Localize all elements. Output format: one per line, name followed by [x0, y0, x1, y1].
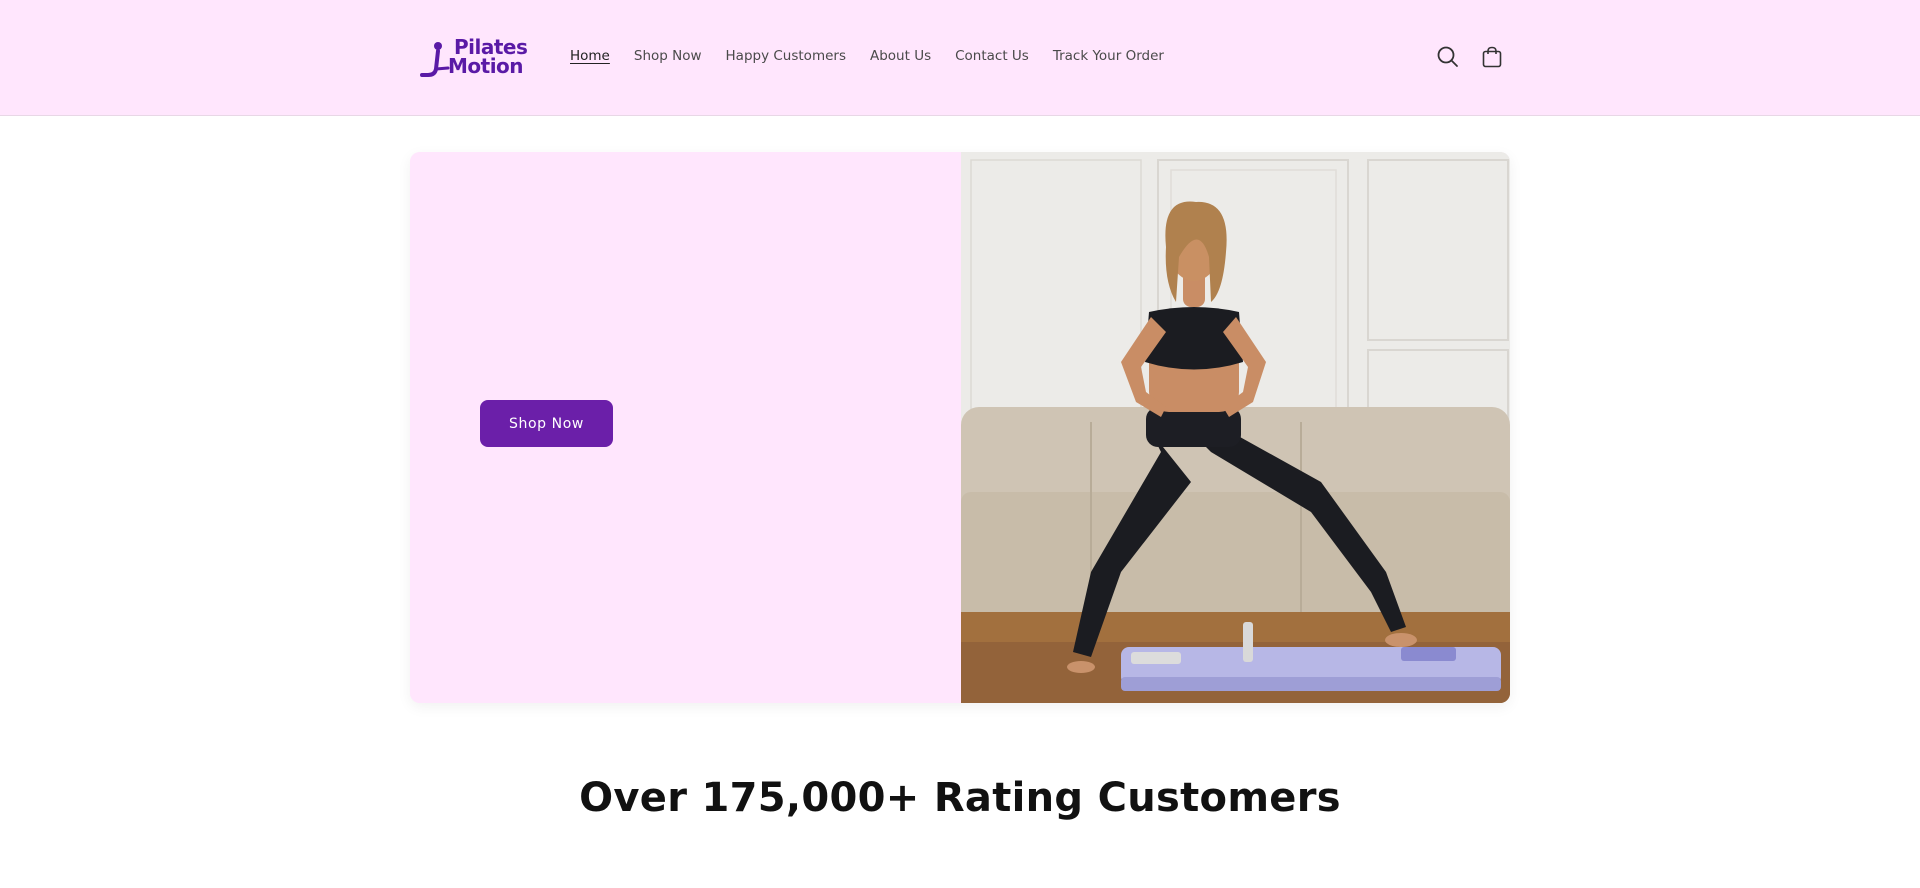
logo-line-2: Motion [448, 54, 524, 78]
nav-home[interactable]: Home [570, 47, 610, 67]
cart-icon [1482, 46, 1502, 68]
pilates-motion-logo[interactable]: Pilates Motion [418, 36, 528, 80]
nav-contact-us[interactable]: Contact Us [955, 47, 1029, 67]
nav-shop-now[interactable]: Shop Now [634, 47, 702, 67]
nav-happy-customers[interactable]: Happy Customers [726, 47, 846, 67]
ratings-heading: Over 175,000+ Rating Customers [579, 775, 1341, 821]
nav-about-us[interactable]: About Us [870, 47, 931, 67]
hero-image [961, 152, 1510, 703]
hero-text-panel: Shop Now [410, 152, 961, 703]
shop-now-button[interactable]: Shop Now [480, 400, 613, 447]
search-icon [1437, 46, 1458, 67]
header-container: Pilates Motion Home Shop Now Happy Custo… [410, 0, 1510, 116]
nav-track-your-order[interactable]: Track Your Order [1053, 47, 1164, 67]
logo-wordmark: Pilates Motion [448, 37, 528, 76]
hero-banner: Shop Now [410, 152, 1510, 703]
search-button[interactable] [1435, 44, 1461, 70]
cart-button[interactable] [1479, 44, 1505, 70]
site-header: Pilates Motion Home Shop Now Happy Custo… [0, 0, 1920, 116]
main-nav: Home Shop Now Happy Customers About Us C… [570, 47, 1188, 67]
